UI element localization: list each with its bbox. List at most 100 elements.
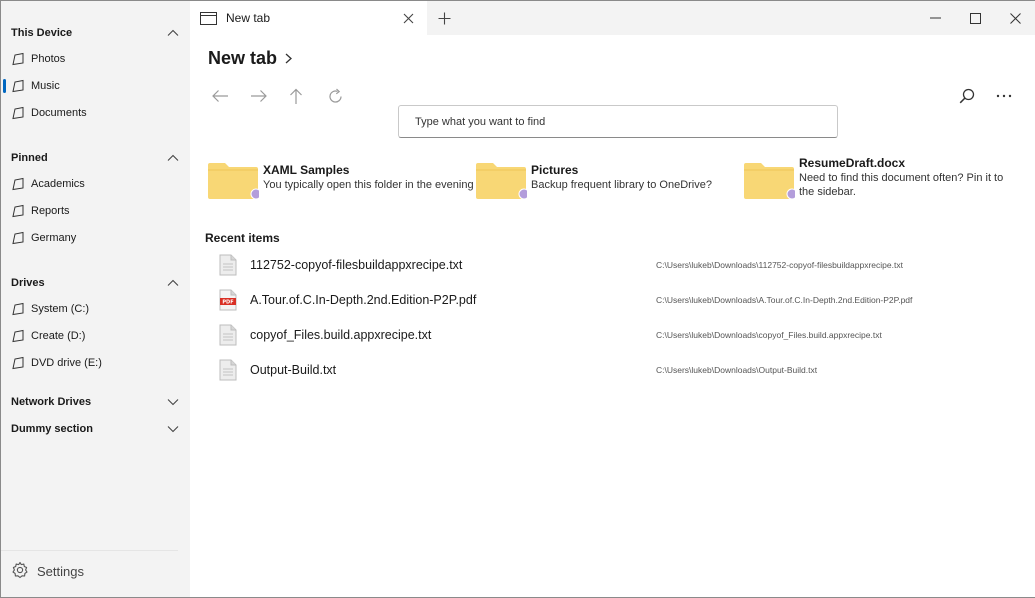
search-icon [959,88,975,104]
refresh-icon [328,88,342,103]
sidebar-item-label: Photos [31,53,66,65]
section-header-pinned[interactable]: Pinned [11,148,181,168]
tab-label: New tab [226,11,271,25]
folder-icon [475,161,530,201]
more-options-button[interactable] [993,85,1015,107]
breadcrumb[interactable]: New tab [208,48,292,69]
sidebar-item-label: Music [31,80,60,92]
tab-page-icon [200,11,217,25]
up-button[interactable] [285,85,307,107]
suggestion-card-pictures[interactable]: Pictures Backup frequent library to OneD… [475,161,712,207]
drive-icon [11,356,31,370]
chevron-up-icon[interactable] [165,275,181,291]
drive-icon [11,329,31,343]
arrow-left-icon [212,90,228,102]
drive-icon [11,302,31,316]
section-header-this-device[interactable]: This Device [11,23,181,43]
section-header-network-drives[interactable]: Network Drives [11,392,181,412]
tab-new-tab[interactable]: New tab [191,1,427,35]
sidebar-item-label: Reports [31,205,70,217]
card-subtitle: You typically open this folder in the ev… [263,179,474,191]
recent-item-row[interactable]: 112752-copyof-filesbuildappxrecipe.txt C… [191,250,1035,280]
sidebar-item-germany[interactable]: Germany [1,227,190,249]
file-path: C:\Users\lukeb\Downloads\Output-Build.tx… [656,365,818,375]
text-file-icon [219,254,237,281]
settings-label: Settings [37,563,84,579]
sidebar-item-label: Germany [31,232,77,244]
file-path: C:\Users\lukeb\Downloads\A.Tour.of.C.In-… [656,295,913,305]
arrow-right-icon [251,90,267,102]
window-controls [915,1,1035,35]
tab-strip: New tab [191,1,1035,35]
search-input[interactable]: Type what you want to find [398,105,838,138]
plus-icon [438,12,450,24]
sidebar-item-label: Academics [31,178,85,190]
page-title: New tab [208,48,278,68]
card-subtitle-line-1: Need to find this document often? Pin it… [799,172,1004,184]
sidebar-item-documents[interactable]: Documents [1,102,190,124]
sidebar-item-academics[interactable]: Academics [1,173,190,195]
app-window: This Device Photos Music Documents Pinne… [0,0,1035,598]
recent-item-row[interactable]: Output-Build.txt C:\Users\lukeb\Download… [191,355,1035,385]
maximize-button[interactable] [955,1,995,35]
minimize-button[interactable] [915,1,955,35]
section-header-drives[interactable]: Drives [11,273,181,293]
section-header-dummy-section[interactable]: Dummy section [11,419,181,439]
close-icon[interactable] [401,11,415,25]
section-title: This Device [11,27,73,39]
file-path: C:\Users\lukeb\Downloads\copyof_Files.bu… [656,330,882,340]
add-tab-button[interactable] [435,9,453,27]
sidebar-item-label: Documents [31,107,87,119]
sidebar-item-system-c[interactable]: System (C:) [1,298,190,320]
folder-icon [743,161,798,201]
sidebar-divider [1,550,178,551]
card-title: ResumeDraft.docx [799,156,906,170]
library-icon [11,231,31,245]
sidebar-item-dvd-drive-e[interactable]: DVD drive (E:) [1,352,190,374]
sidebar-item-label: DVD drive (E:) [31,357,102,369]
file-name: A.Tour.of.C.In-Depth.2nd.Edition-P2P.pdf [250,293,477,307]
suggestion-card-resumedraft[interactable]: ResumeDraft.docx Need to find this docum… [743,156,1004,207]
more-icon [996,94,1012,98]
arrow-up-icon [290,88,302,104]
refresh-button[interactable] [324,85,346,107]
pdf-file-icon: PDF [219,289,237,316]
close-window-button[interactable] [995,1,1035,35]
card-title: Pictures [531,163,579,177]
library-icon [11,79,31,93]
minimize-icon [929,17,941,19]
forward-button[interactable] [248,85,270,107]
close-icon [1009,12,1021,24]
file-name: 112752-copyof-filesbuildappxrecipe.txt [250,258,463,272]
file-name: copyof_Files.build.appxrecipe.txt [250,328,432,342]
back-button[interactable] [209,85,231,107]
sidebar-item-music[interactable]: Music [1,75,190,97]
chevron-down-icon[interactable] [165,421,181,437]
sidebar-item-reports[interactable]: Reports [1,200,190,222]
chevron-down-icon[interactable] [165,394,181,410]
sidebar-item-photos[interactable]: Photos [1,48,190,70]
settings-button[interactable]: Settings [11,560,84,582]
text-file-icon [219,324,237,351]
section-title: Drives [11,277,45,289]
section-title: Dummy section [11,423,93,435]
file-path: C:\Users\lukeb\Downloads\112752-copyof-f… [656,260,903,270]
gear-icon [11,561,29,582]
chevron-up-icon[interactable] [165,25,181,41]
sidebar-item-label: System (C:) [31,303,90,315]
card-subtitle: Backup frequent library to OneDrive? [531,179,712,191]
library-icon [11,52,31,66]
library-icon [11,106,31,120]
recent-item-row[interactable]: copyof_Files.build.appxrecipe.txt C:\Use… [191,320,1035,350]
search-button[interactable] [956,85,978,107]
chevron-right-icon[interactable] [285,53,292,64]
recent-item-row[interactable]: PDF A.Tour.of.C.In-Depth.2nd.Edition-P2P… [191,285,1035,315]
sidebar-item-label: Create (D:) [31,330,86,342]
suggestion-card-xaml-samples[interactable]: XAML Samples You typically open this fol… [207,161,474,207]
maximize-icon [969,12,981,24]
text-file-icon [219,359,237,386]
section-title: Pinned [11,152,48,164]
sidebar: This Device Photos Music Documents Pinne… [1,1,190,597]
sidebar-item-create-d[interactable]: Create (D:) [1,325,190,347]
chevron-up-icon[interactable] [165,150,181,166]
